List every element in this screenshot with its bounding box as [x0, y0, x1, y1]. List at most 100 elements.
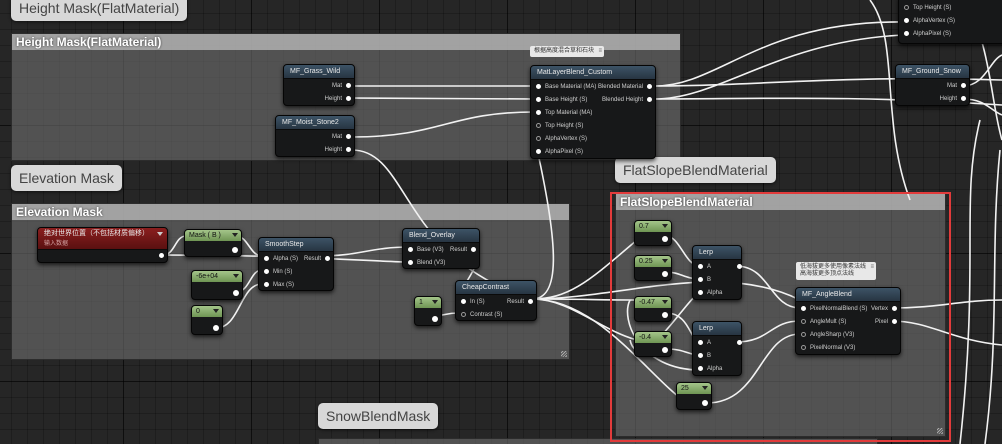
chevron-down-icon[interactable]: [662, 259, 668, 263]
input-pin[interactable]: Top Material (MA): [536, 109, 592, 117]
node-constant-zero[interactable]: 0: [191, 305, 223, 335]
input-pin[interactable]: Alpha: [698, 365, 722, 373]
pin-dot-icon[interactable]: [801, 306, 806, 311]
input-pin[interactable]: Base Height (S): [536, 96, 587, 104]
pin-dot-icon[interactable]: [961, 96, 966, 101]
node-constant-neg-0-4[interactable]: -0.4: [634, 331, 672, 357]
pin-dot-icon[interactable]: [408, 247, 413, 252]
output-pin[interactable]: Mat: [332, 82, 351, 90]
pin-dot-icon[interactable]: [904, 18, 909, 23]
input-pin[interactable]: AlphaVertex (S): [904, 17, 955, 25]
input-pin[interactable]: B: [698, 352, 711, 360]
input-pin[interactable]: Top Height (S): [904, 4, 951, 12]
pin-dot-icon[interactable]: [698, 264, 703, 269]
input-pin[interactable]: PixelNormalBlend (S): [801, 305, 867, 313]
node-blend-overlay[interactable]: Blend_Overlay Base (V3) Result Blend (V3…: [402, 228, 480, 269]
pin-dot-icon[interactable]: [461, 312, 466, 317]
node-mf-angleblend[interactable]: MF_AngleBlend PixelNormalBlend (S) Verte…: [795, 287, 901, 355]
node-component-mask[interactable]: Mask ( B ): [184, 229, 242, 257]
output-pin[interactable]: Result: [304, 255, 330, 263]
output-pin[interactable]: Pixel: [875, 318, 897, 326]
input-pin[interactable]: Min (S): [264, 268, 292, 276]
chevron-down-icon[interactable]: [233, 274, 239, 278]
pin-dot-icon[interactable]: [647, 97, 652, 102]
chevron-down-icon[interactable]: [432, 300, 438, 304]
pin-dot-icon[interactable]: [961, 83, 966, 88]
output-pin[interactable]: Blended Material: [598, 83, 652, 91]
pin-dot-icon[interactable]: [662, 312, 668, 318]
node-mf-ground-snow[interactable]: MF_Ground_Snow Mat Height: [895, 64, 970, 106]
input-pin[interactable]: PixelNormal (V3): [801, 344, 855, 352]
pin-dot-icon[interactable]: [737, 264, 742, 269]
node-cheapcontrast[interactable]: CheapContrast In (S) Result Contrast (S): [455, 280, 537, 321]
chevron-down-icon[interactable]: [662, 224, 668, 228]
output-pin[interactable]: Mat: [947, 82, 966, 90]
pin-dot-icon[interactable]: [536, 84, 541, 89]
pin-dot-icon[interactable]: [536, 136, 541, 141]
input-pin[interactable]: A: [698, 263, 711, 271]
pin-dot-icon[interactable]: [698, 290, 703, 295]
output-pin[interactable]: Result: [450, 246, 476, 254]
pin-dot-icon[interactable]: [892, 306, 897, 311]
pin-dot-icon[interactable]: [698, 277, 703, 282]
pin-dot-icon[interactable]: [536, 123, 541, 128]
output-pin[interactable]: Height: [325, 95, 351, 103]
input-pin[interactable]: AlphaPixel (S): [536, 148, 583, 156]
pin-dot-icon[interactable]: [159, 253, 164, 258]
pin-dot-icon[interactable]: [662, 271, 668, 277]
node-lerp-1[interactable]: Lerp A B Alpha: [692, 245, 742, 300]
pin-dot-icon[interactable]: [536, 97, 541, 102]
input-pin[interactable]: AlphaVertex (S): [536, 135, 587, 143]
node-constant-big[interactable]: -6e+04: [191, 270, 243, 300]
pin-dot-icon[interactable]: [233, 290, 239, 296]
pin-dot-icon[interactable]: [536, 149, 541, 154]
comment-bubble[interactable]: SnowBlendMask: [318, 403, 439, 429]
node-lerp-2[interactable]: Lerp A B Alpha: [692, 321, 742, 376]
output-pin[interactable]: Height: [325, 146, 351, 154]
input-pin[interactable]: Max (S): [264, 281, 294, 289]
collapse-icon[interactable]: ≡: [871, 264, 875, 271]
pin-dot-icon[interactable]: [737, 340, 742, 345]
pin-dot-icon[interactable]: [432, 316, 438, 322]
pin-dot-icon[interactable]: [346, 134, 351, 139]
output-pin[interactable]: Height: [940, 95, 966, 103]
pin-dot-icon[interactable]: [647, 84, 652, 89]
pin-dot-icon[interactable]: [662, 347, 668, 353]
input-pin[interactable]: Alpha: [698, 289, 722, 297]
chevron-down-icon[interactable]: [662, 335, 668, 339]
pin-dot-icon[interactable]: [892, 319, 897, 324]
input-pin[interactable]: Top Height (S): [536, 122, 583, 130]
node-mf-grass-wild[interactable]: MF_Grass_Wild Mat Height: [283, 64, 355, 106]
pin-dot-icon[interactable]: [702, 400, 708, 406]
node-comment-note[interactable]: 低海拔更多使用像素法线 高海拔更多顶点法线 ≡: [796, 262, 877, 280]
pin-dot-icon[interactable]: [232, 247, 238, 253]
pin-dot-icon[interactable]: [213, 325, 219, 331]
input-pin[interactable]: In (S): [461, 298, 485, 306]
comment-bubble[interactable]: FlatSlopeBlendMaterial: [615, 157, 776, 183]
input-pin[interactable]: AngleSharp (V3): [801, 331, 854, 339]
node-constant-neg-0-47[interactable]: -0.47: [634, 296, 672, 322]
pin-dot-icon[interactable]: [346, 96, 351, 101]
output-pin[interactable]: Result: [507, 298, 533, 306]
pin-dot-icon[interactable]: [662, 236, 668, 242]
node-absolute-world-position[interactable]: 绝对世界位置（不包括材质偏移） 输入数据: [37, 227, 168, 263]
chevron-down-icon[interactable]: [702, 386, 708, 390]
pin-dot-icon[interactable]: [904, 5, 909, 10]
input-pin[interactable]: AlphaPixel (S): [904, 30, 951, 38]
pin-dot-icon[interactable]: [461, 299, 466, 304]
pin-dot-icon[interactable]: [904, 31, 909, 36]
node-constant-25[interactable]: 25: [676, 382, 712, 410]
comment-bubble[interactable]: Height Mask(FlatMaterial): [11, 0, 188, 21]
input-pin[interactable]: AngleMult (S): [801, 318, 846, 326]
node-constant-0-25[interactable]: 0.25: [634, 255, 672, 281]
pin-dot-icon[interactable]: [536, 110, 541, 115]
collapse-icon[interactable]: ≡: [599, 48, 603, 55]
pin-dot-icon[interactable]: [346, 83, 351, 88]
node-constant-one[interactable]: 1: [414, 296, 442, 326]
collapse-arrow-icon[interactable]: [157, 232, 163, 236]
pin-dot-icon[interactable]: [801, 332, 806, 337]
pin-dot-icon[interactable]: [264, 256, 269, 261]
input-pin[interactable]: Blend (V3): [408, 259, 445, 267]
output-pin[interactable]: Mat: [332, 133, 351, 141]
node-constant-0-7[interactable]: 0.7: [634, 220, 672, 246]
